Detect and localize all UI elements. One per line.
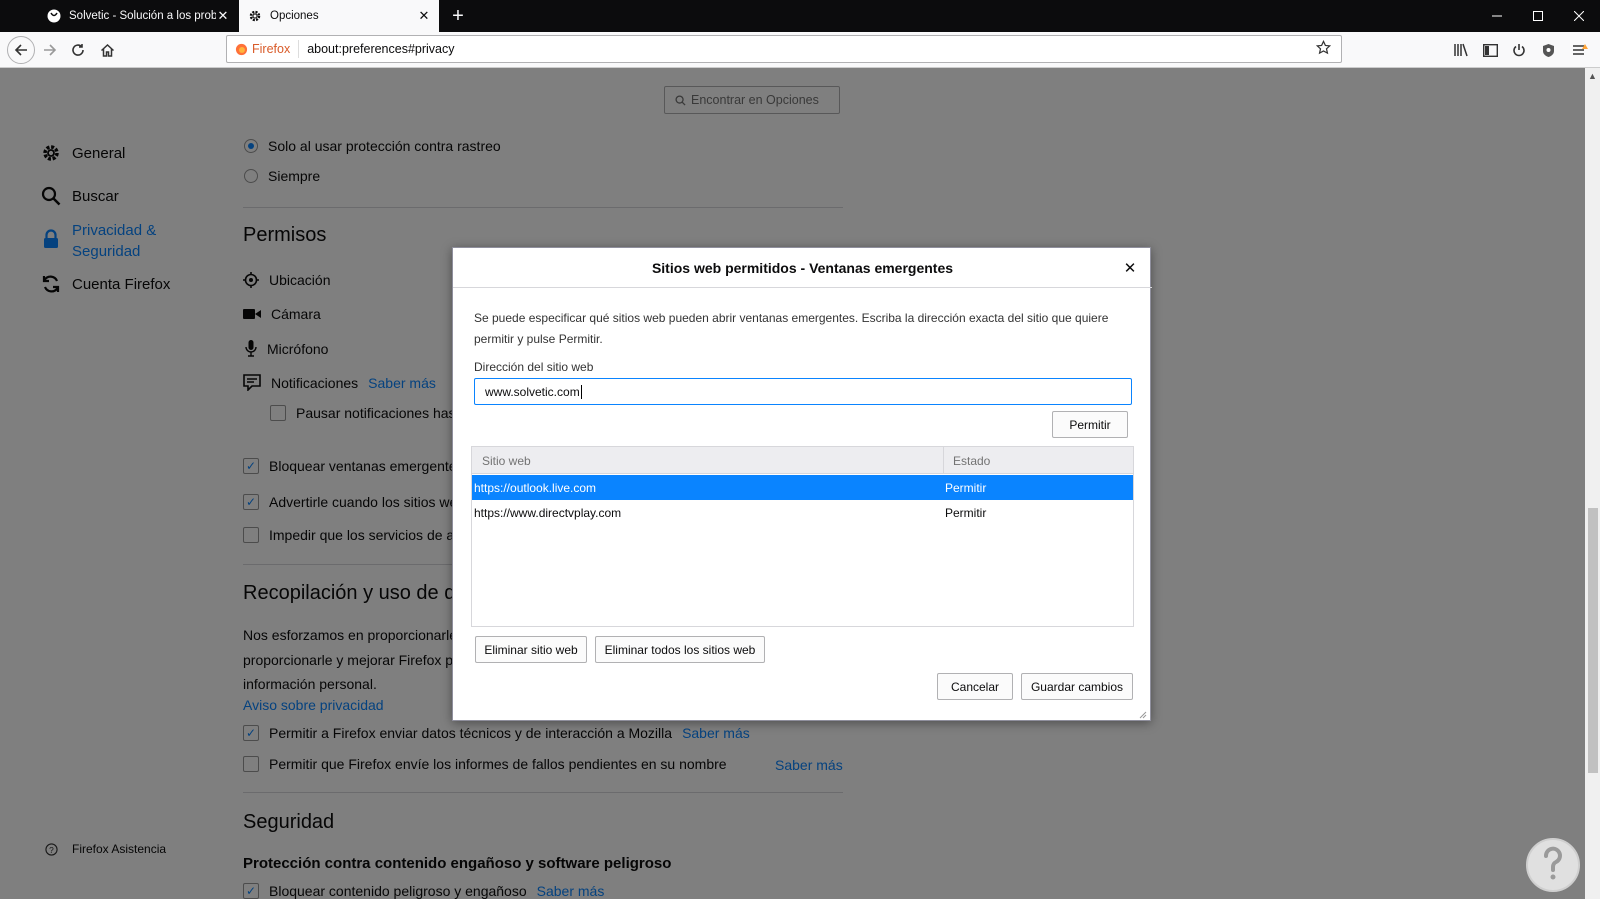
maximize-icon[interactable] [1515, 0, 1561, 32]
column-separator [943, 447, 944, 474]
resize-grip-icon[interactable] [1137, 706, 1147, 719]
column-header-site[interactable]: Sitio web [482, 454, 531, 468]
tab-title: Solvetic - Solución a los proble [69, 10, 216, 22]
text-caret [580, 384, 582, 399]
sidebar-icon[interactable] [1478, 38, 1502, 62]
scrollbar-thumb[interactable] [1588, 508, 1598, 773]
reload-icon[interactable] [66, 38, 90, 62]
scrollbar[interactable] [1585, 68, 1600, 899]
library-icon[interactable] [1449, 38, 1473, 62]
globe-icon [46, 8, 62, 24]
column-header-status[interactable]: Estado [953, 454, 990, 468]
url-bar[interactable]: Firefox about:preferences#privacy [226, 35, 1342, 63]
save-changes-button[interactable]: Guardar cambios [1021, 673, 1133, 700]
tab-opciones[interactable]: Opciones ✕ [239, 0, 439, 32]
sites-table: Sitio web Estado https://outlook.live.co… [471, 446, 1134, 627]
tab-title: Opciones [270, 10, 319, 22]
status-cell: Permitir [945, 481, 987, 495]
new-tab-icon[interactable]: + [446, 4, 470, 28]
watermark-logo [1526, 838, 1580, 892]
dialog-title: Sitios web permitidos - Ventanas emergen… [453, 248, 1152, 288]
table-row[interactable]: https://www.directvplay.com Permitir [472, 500, 1133, 525]
forward-icon[interactable] [38, 38, 62, 62]
menu-icon[interactable] [1568, 38, 1592, 62]
gear-icon [247, 8, 263, 24]
scroll-up-icon[interactable]: ▲ [1588, 71, 1597, 81]
dialog-description: Se puede especificar qué sitios web pued… [474, 311, 1109, 346]
close-icon[interactable]: ✕ [1122, 260, 1138, 277]
identity-box[interactable]: Firefox [227, 40, 300, 58]
remove-site-button[interactable]: Eliminar sitio web [475, 636, 587, 663]
close-window-icon[interactable] [1556, 0, 1600, 32]
address-input[interactable]: www.solvetic.com [474, 378, 1132, 405]
popup-exceptions-dialog: Sitios web permitidos - Ventanas emergen… [452, 247, 1152, 721]
firefox-icon [235, 43, 248, 55]
remove-all-sites-button[interactable]: Eliminar todos los sitios web [595, 636, 765, 663]
url-text: about:preferences#privacy [307, 42, 455, 56]
identity-label: Firefox [252, 42, 291, 56]
cancel-button[interactable]: Cancelar [937, 673, 1013, 700]
table-header: Sitio web Estado [472, 447, 1133, 474]
home-icon[interactable] [95, 38, 119, 62]
site-cell: https://outlook.live.com [474, 481, 597, 495]
power-icon[interactable] [1507, 38, 1531, 62]
bookmark-star-icon[interactable] [1315, 39, 1332, 58]
address-label: Dirección del sitio web [474, 360, 594, 374]
status-cell: Permitir [945, 506, 987, 520]
back-icon[interactable] [7, 36, 35, 64]
minimize-icon[interactable] [1474, 0, 1520, 32]
tab-solvetic[interactable]: Solvetic - Solución a los proble ✕ [38, 0, 238, 32]
table-row[interactable]: https://outlook.live.com Permitir [472, 475, 1133, 500]
close-tab-icon[interactable]: ✕ [417, 8, 431, 23]
close-tab-icon[interactable]: ✕ [216, 8, 230, 23]
allow-button[interactable]: Permitir [1052, 411, 1128, 438]
shield-icon[interactable] [1536, 38, 1560, 62]
site-cell: https://www.directvplay.com [474, 506, 622, 520]
address-value: www.solvetic.com [485, 384, 580, 399]
